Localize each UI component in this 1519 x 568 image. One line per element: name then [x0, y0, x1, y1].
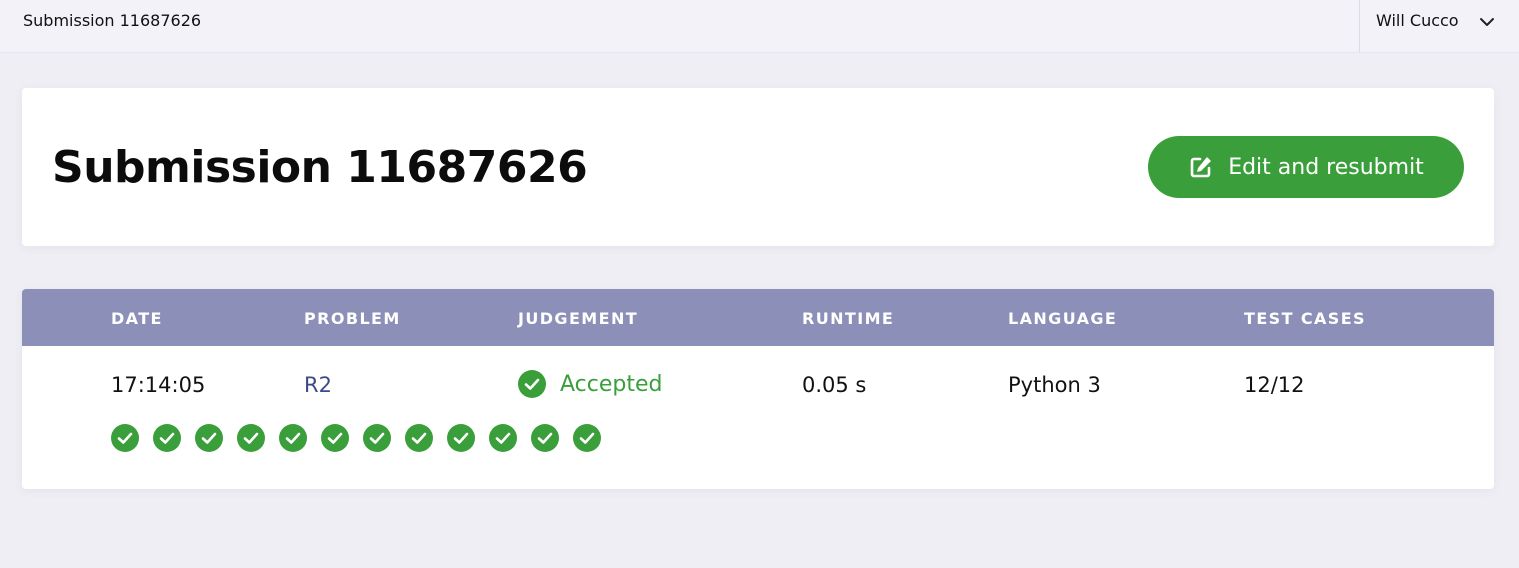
test-case-check-icon[interactable] — [447, 424, 475, 452]
test-case-check-icon[interactable] — [489, 424, 517, 452]
test-case-check-icon[interactable] — [321, 424, 349, 452]
edit-and-resubmit-button[interactable]: Edit and resubmit — [1148, 136, 1464, 198]
edit-icon — [1190, 157, 1212, 178]
chevron-down-icon[interactable] — [1478, 13, 1496, 31]
test-case-check-icon[interactable] — [237, 424, 265, 452]
table-header: DATE PROBLEM JUDGEMENT RUNTIME LANGUAGE … — [22, 289, 1494, 346]
column-header-language: LANGUAGE — [1008, 309, 1118, 328]
test-case-check-icon[interactable] — [531, 424, 559, 452]
column-header-runtime: RUNTIME — [802, 309, 895, 328]
check-circle-icon — [518, 370, 546, 398]
top-bar: Submission 11687626 Will Cucco — [0, 0, 1519, 53]
test-case-check-icon[interactable] — [363, 424, 391, 452]
user-name[interactable]: Will Cucco — [1376, 11, 1459, 30]
test-case-check-icon[interactable] — [279, 424, 307, 452]
cell-problem-link[interactable]: R2 — [304, 373, 332, 397]
page-title: Submission 11687626 — [52, 142, 588, 193]
submission-table: DATE PROBLEM JUDGEMENT RUNTIME LANGUAGE … — [22, 289, 1494, 489]
test-case-check-icon[interactable] — [405, 424, 433, 452]
cell-language: Python 3 — [1008, 373, 1101, 397]
cell-runtime: 0.05 s — [802, 373, 867, 397]
test-case-results — [111, 424, 601, 452]
column-header-test-cases: TEST CASES — [1244, 309, 1366, 328]
column-header-problem: PROBLEM — [304, 309, 401, 328]
edit-and-resubmit-label: Edit and resubmit — [1228, 154, 1424, 180]
cell-test-cases: 12/12 — [1244, 373, 1305, 397]
user-menu[interactable]: Will Cucco — [1359, 0, 1519, 53]
test-case-check-icon[interactable] — [153, 424, 181, 452]
breadcrumb[interactable]: Submission 11687626 — [23, 11, 201, 30]
submission-header-card: Submission 11687626 Edit and resubmit — [22, 88, 1494, 246]
cell-date: 17:14:05 — [111, 373, 206, 397]
test-case-check-icon[interactable] — [111, 424, 139, 452]
column-header-judgement: JUDGEMENT — [518, 309, 639, 328]
judgement-label: Accepted — [560, 371, 663, 397]
test-case-check-icon[interactable] — [573, 424, 601, 452]
column-header-date: DATE — [111, 309, 163, 328]
test-case-check-icon[interactable] — [195, 424, 223, 452]
cell-judgement: Accepted — [518, 370, 662, 398]
